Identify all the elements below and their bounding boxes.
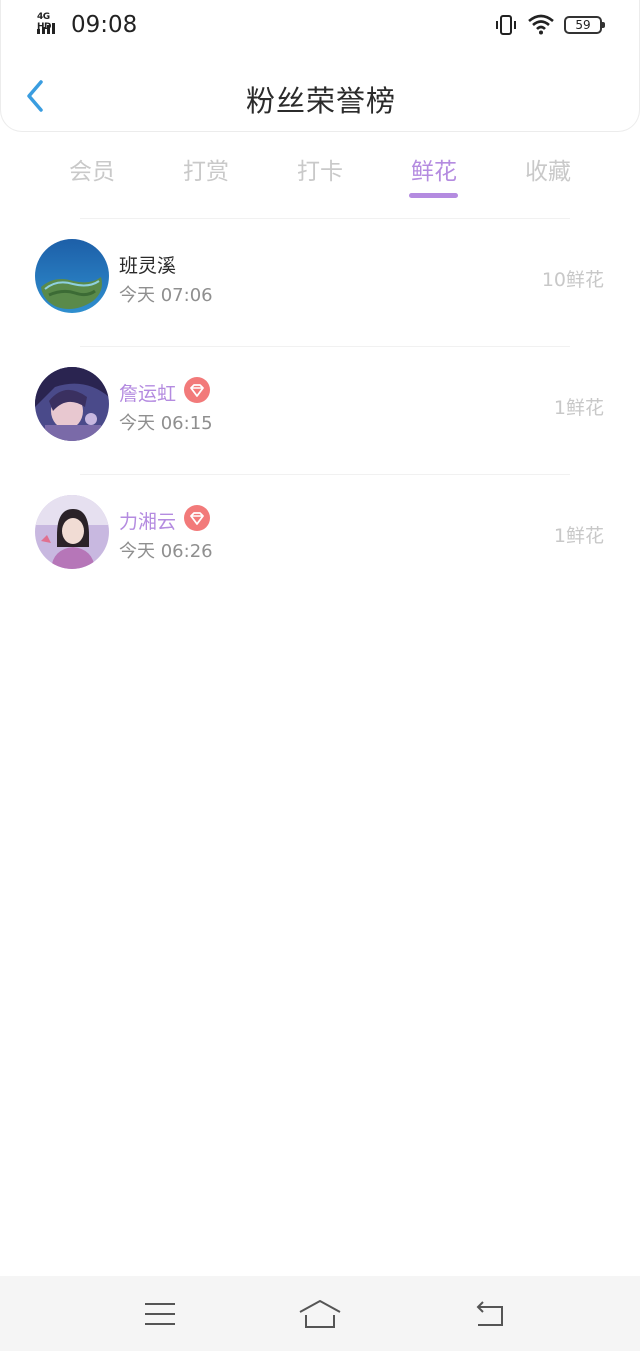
tab-flowers[interactable]: 鲜花 [377, 152, 491, 186]
vip-diamond-icon [184, 377, 210, 403]
battery-icon: 59 [564, 16, 605, 34]
list-item[interactable]: 詹运虹 今天 06:15 1鲜花 [0, 347, 640, 475]
tab-favorites[interactable]: 收藏 [491, 152, 605, 186]
list-item[interactable]: 力湘云 今天 06:26 1鲜花 [0, 475, 640, 603]
vibrate-icon [496, 15, 516, 35]
page-title: 粉丝荣誉榜 [245, 84, 396, 118]
tab-bar: 会员 打赏 打卡 鲜花 收藏 [35, 146, 605, 202]
battery-level: 59 [575, 18, 591, 32]
timestamp: 今天 07:06 [119, 285, 213, 306]
back-icon[interactable] [470, 1298, 510, 1330]
tab-rewards[interactable]: 打赏 [149, 152, 263, 186]
screen: 4G HD 09:08 59 粉丝 [0, 0, 640, 1351]
tab-members[interactable]: 会员 [35, 152, 149, 186]
system-nav-bar [0, 1276, 640, 1351]
vip-diamond-icon [184, 505, 210, 531]
list-item[interactable]: 班灵溪 今天 07:06 10鲜花 [0, 219, 640, 347]
user-name: 班灵溪 [119, 255, 177, 277]
timestamp: 今天 06:15 [119, 413, 213, 434]
tab-checkin[interactable]: 打卡 [263, 152, 377, 186]
timestamp: 今天 06:26 [119, 541, 213, 562]
avatar[interactable] [35, 239, 109, 313]
status-time: 09:08 [71, 12, 138, 38]
flower-count: 10鲜花 [541, 269, 604, 291]
flower-count: 1鲜花 [553, 397, 604, 419]
signal-icon: 4G HD [37, 12, 65, 36]
header: 4G HD 09:08 59 粉丝 [0, 0, 640, 132]
avatar[interactable] [35, 495, 109, 569]
home-icon[interactable] [298, 1298, 342, 1330]
menu-icon[interactable] [140, 1298, 180, 1330]
user-name: 詹运虹 [119, 383, 177, 405]
status-bar: 4G HD 09:08 59 [1, 0, 640, 52]
active-tab-indicator [409, 193, 458, 198]
flower-count: 1鲜花 [553, 525, 604, 547]
avatar[interactable] [35, 367, 109, 441]
wifi-icon [528, 14, 554, 35]
user-name: 力湘云 [119, 511, 177, 533]
